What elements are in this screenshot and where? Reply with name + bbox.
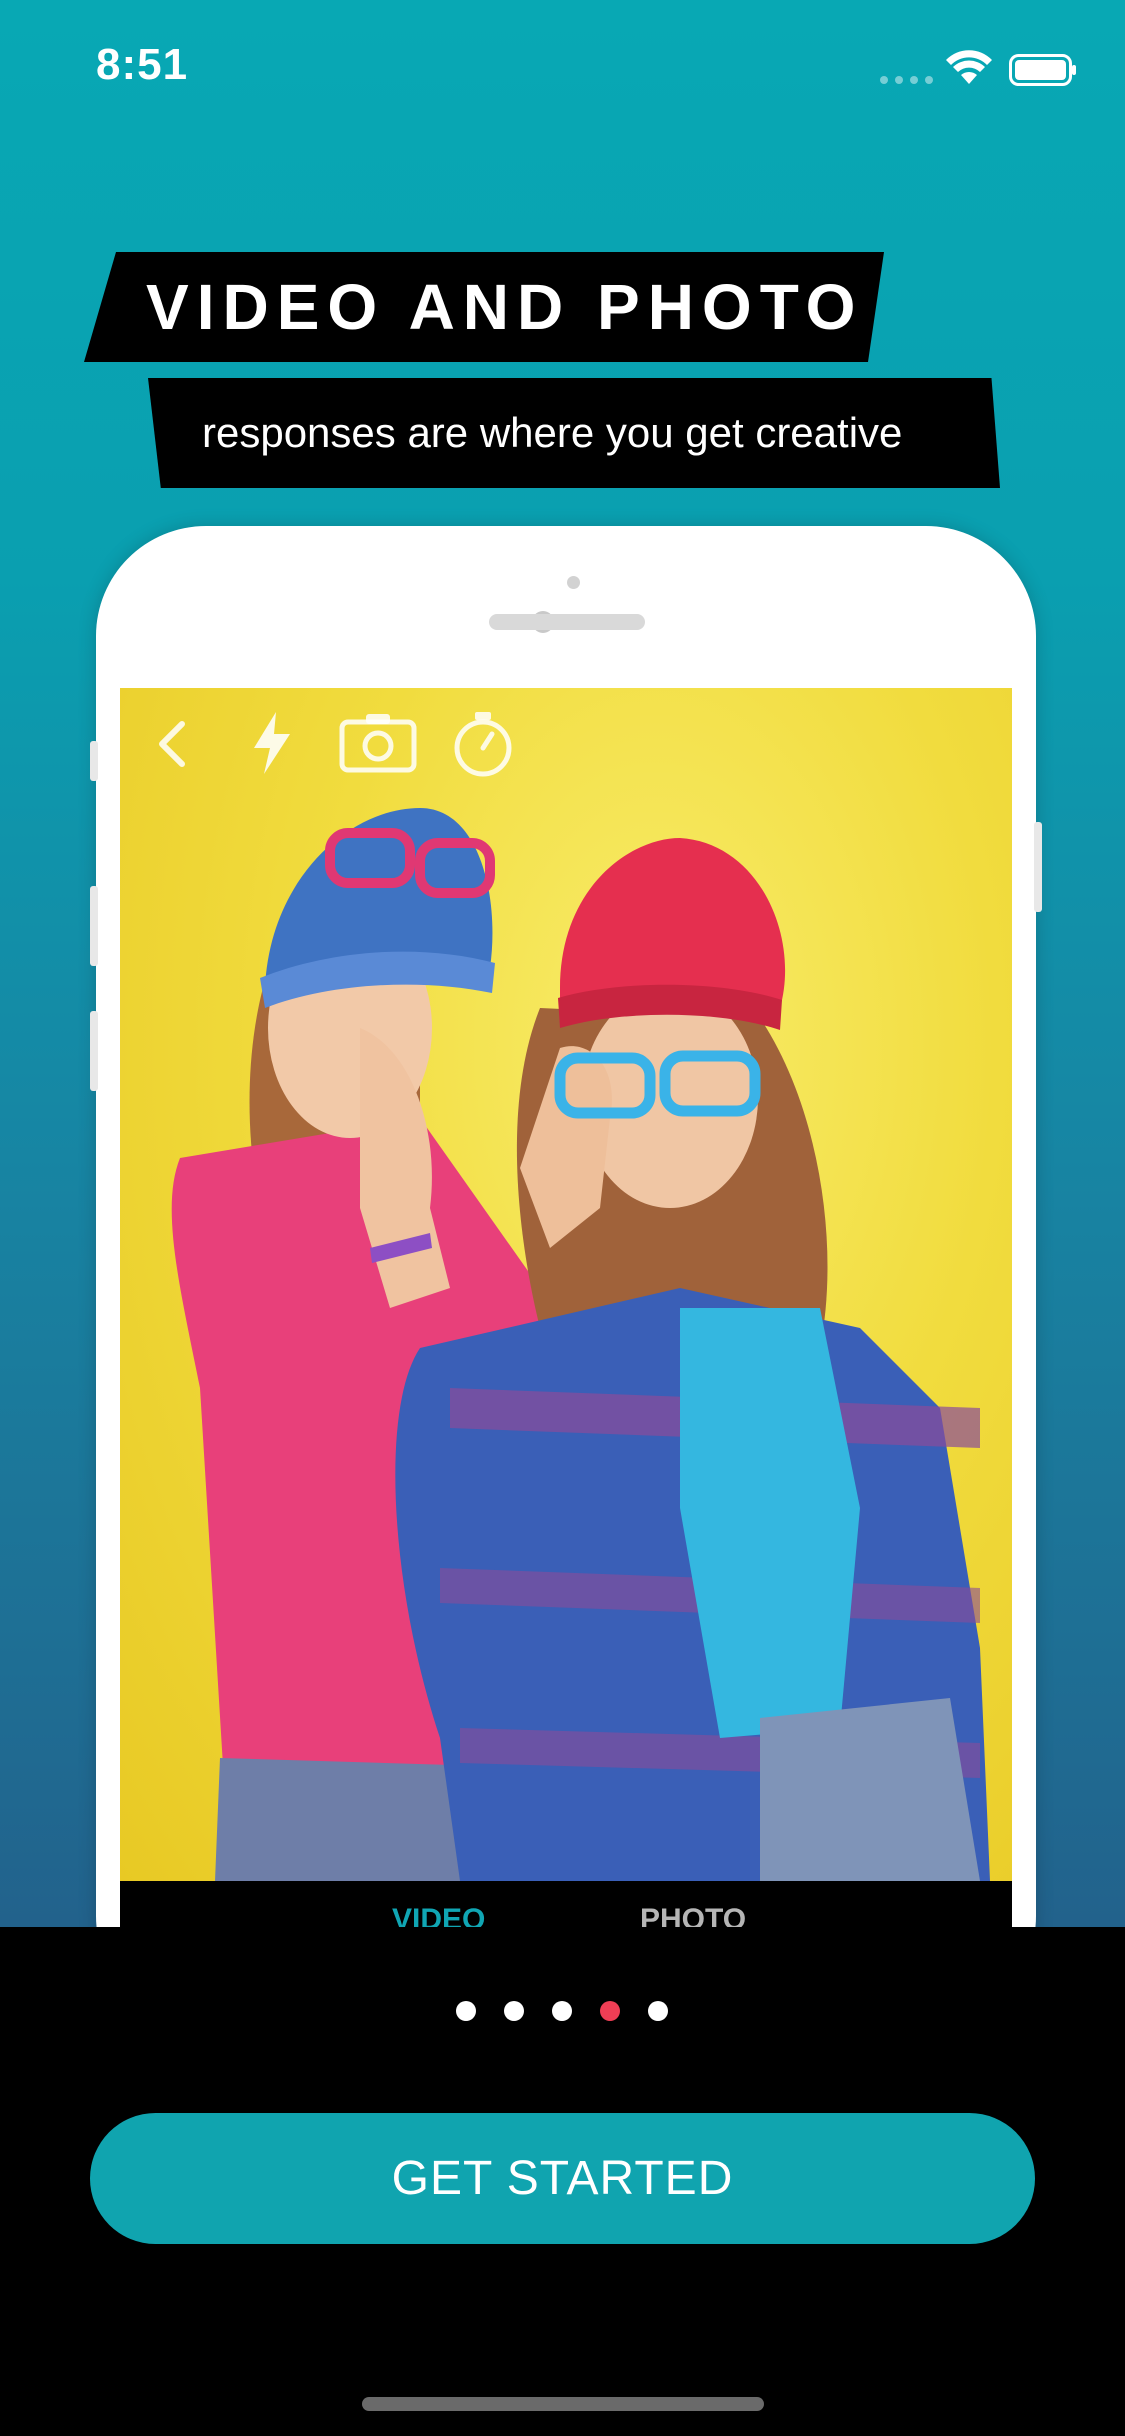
- camera-mode-bar: VIDEO PHOTO: [120, 1881, 1012, 1927]
- phone-speaker: [489, 614, 645, 630]
- switch-camera-icon[interactable]: [338, 710, 418, 776]
- cellular-signal-icon: [880, 76, 933, 84]
- phone-volume-down: [90, 1011, 98, 1091]
- photo-two-girls-illustration: [120, 688, 1012, 1881]
- phone-volume-up: [90, 886, 98, 966]
- phone-screen: VIDEO PHOTO: [120, 688, 1012, 1927]
- page-dot-4-active[interactable]: [600, 2001, 620, 2021]
- headline-title: VIDEO AND PHOTO: [146, 271, 864, 343]
- camera-controls: [120, 688, 1012, 798]
- back-icon[interactable]: [150, 716, 194, 772]
- page-dot-1[interactable]: [456, 2001, 476, 2021]
- page-indicator: [456, 2001, 668, 2021]
- phone-sensor: [567, 576, 580, 589]
- onboarding-screen: 8:51 VIDEO AND PHOTO responses are where…: [0, 0, 1125, 2436]
- phone-power-button: [1034, 822, 1042, 912]
- photo-illustration: [171, 808, 990, 1881]
- battery-icon: [1009, 54, 1076, 86]
- home-indicator: [362, 2397, 764, 2411]
- page-dot-5[interactable]: [648, 2001, 668, 2021]
- flash-icon[interactable]: [246, 710, 298, 776]
- phone-mockup: VIDEO PHOTO: [90, 526, 1042, 1927]
- get-started-button[interactable]: GET STARTED: [90, 2113, 1035, 2244]
- timer-icon[interactable]: [450, 708, 516, 778]
- wifi-icon: [946, 50, 992, 84]
- page-dot-2[interactable]: [504, 2001, 524, 2021]
- phone-side-button: [90, 741, 98, 781]
- page-dot-3[interactable]: [552, 2001, 572, 2021]
- hero-background: 8:51 VIDEO AND PHOTO responses are where…: [0, 0, 1125, 1927]
- mode-photo-tab[interactable]: PHOTO: [640, 1903, 746, 1927]
- mode-video-tab[interactable]: VIDEO: [392, 1903, 485, 1927]
- status-time: 8:51: [96, 40, 189, 89]
- headline-subtitle: responses are where you get creative: [202, 409, 903, 456]
